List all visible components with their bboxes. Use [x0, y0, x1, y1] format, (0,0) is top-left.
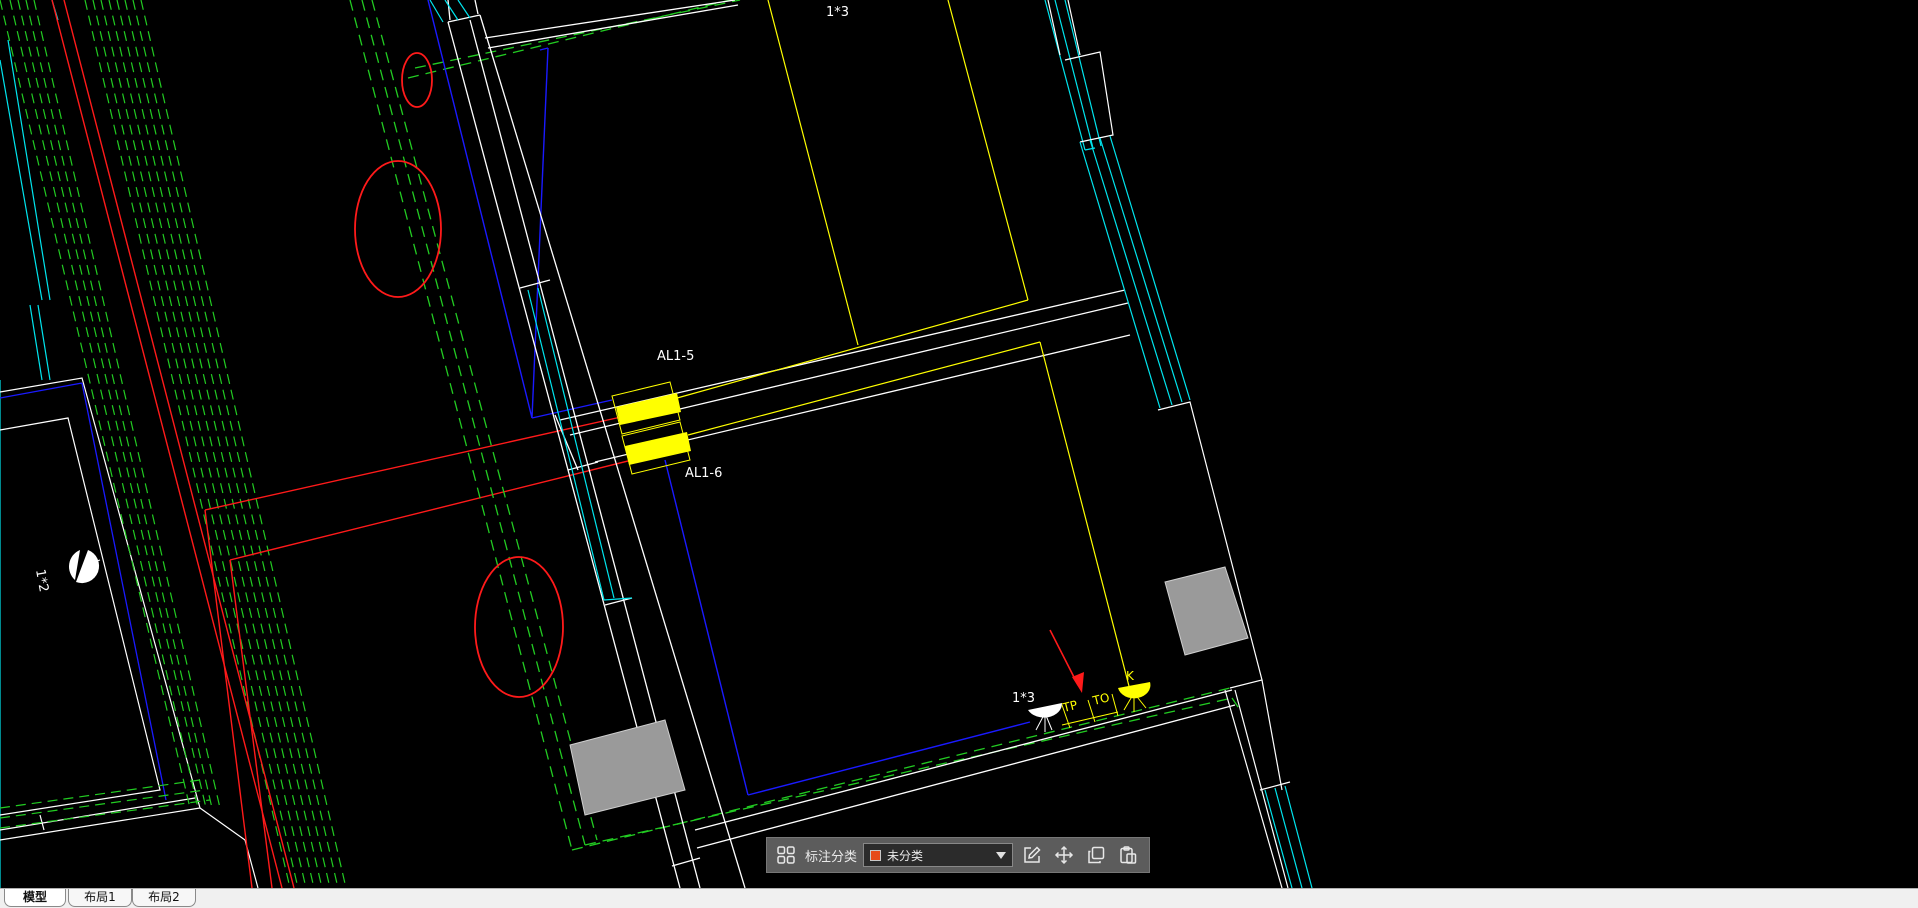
light-fixture-left[interactable] [68, 550, 101, 584]
tab-layout-2[interactable]: 布局2 [132, 889, 196, 907]
cad-canvas[interactable]: 1*3 1*2 AL1-5 AL1-6 1*3 TP TO K [0, 0, 1918, 888]
right-walls [1044, 0, 1313, 888]
center-cyan-walls [429, 0, 633, 601]
category-select-value: 未分类 [887, 848, 924, 863]
paste-icon[interactable] [1115, 842, 1141, 868]
move-icon[interactable] [1051, 842, 1077, 868]
chevron-down-icon [996, 851, 1007, 859]
category-label: 标注分类 [805, 849, 858, 865]
label-right-fixture-count: 1*3 [1012, 691, 1035, 706]
category-select[interactable]: 未分类 [863, 843, 1014, 867]
left-white-walls [0, 377, 259, 888]
label-top-fixture-count: 1*3 [826, 5, 849, 20]
cad-drawing[interactable]: 1*3 1*2 AL1-5 AL1-6 1*3 TP TO K [0, 0, 1918, 888]
label-switch-k: K [1126, 669, 1135, 683]
light-fixture-right[interactable] [1028, 703, 1063, 732]
grid-icon[interactable] [773, 842, 799, 868]
edit-icon[interactable] [1019, 842, 1045, 868]
green-dashed-bundle-left [0, 0, 347, 888]
label-panel-al1-5: AL1-5 [657, 349, 694, 364]
tab-model[interactable]: 模型 [4, 889, 66, 907]
yellow-room-outlines [669, 0, 1131, 691]
layout-tab-bar: 模型 布局1 布局2 [0, 888, 1918, 908]
panel-al1-5[interactable] [611, 381, 681, 435]
label-socket-to: TO [1090, 690, 1111, 708]
copy-icon[interactable] [1083, 842, 1109, 868]
red-arrow [1049, 629, 1084, 693]
category-color-swatch [870, 849, 882, 861]
label-panel-al1-6: AL1-6 [685, 466, 722, 481]
label-left-fixture-count: 1*2 [32, 568, 51, 593]
annotation-toolbar: 标注分类 未分类 [766, 837, 1150, 873]
label-socket-tp: TP [1060, 698, 1079, 715]
panel-al1-6[interactable] [621, 421, 691, 475]
tab-layout-1[interactable]: 布局1 [68, 889, 132, 907]
red-annotations [354, 52, 564, 698]
